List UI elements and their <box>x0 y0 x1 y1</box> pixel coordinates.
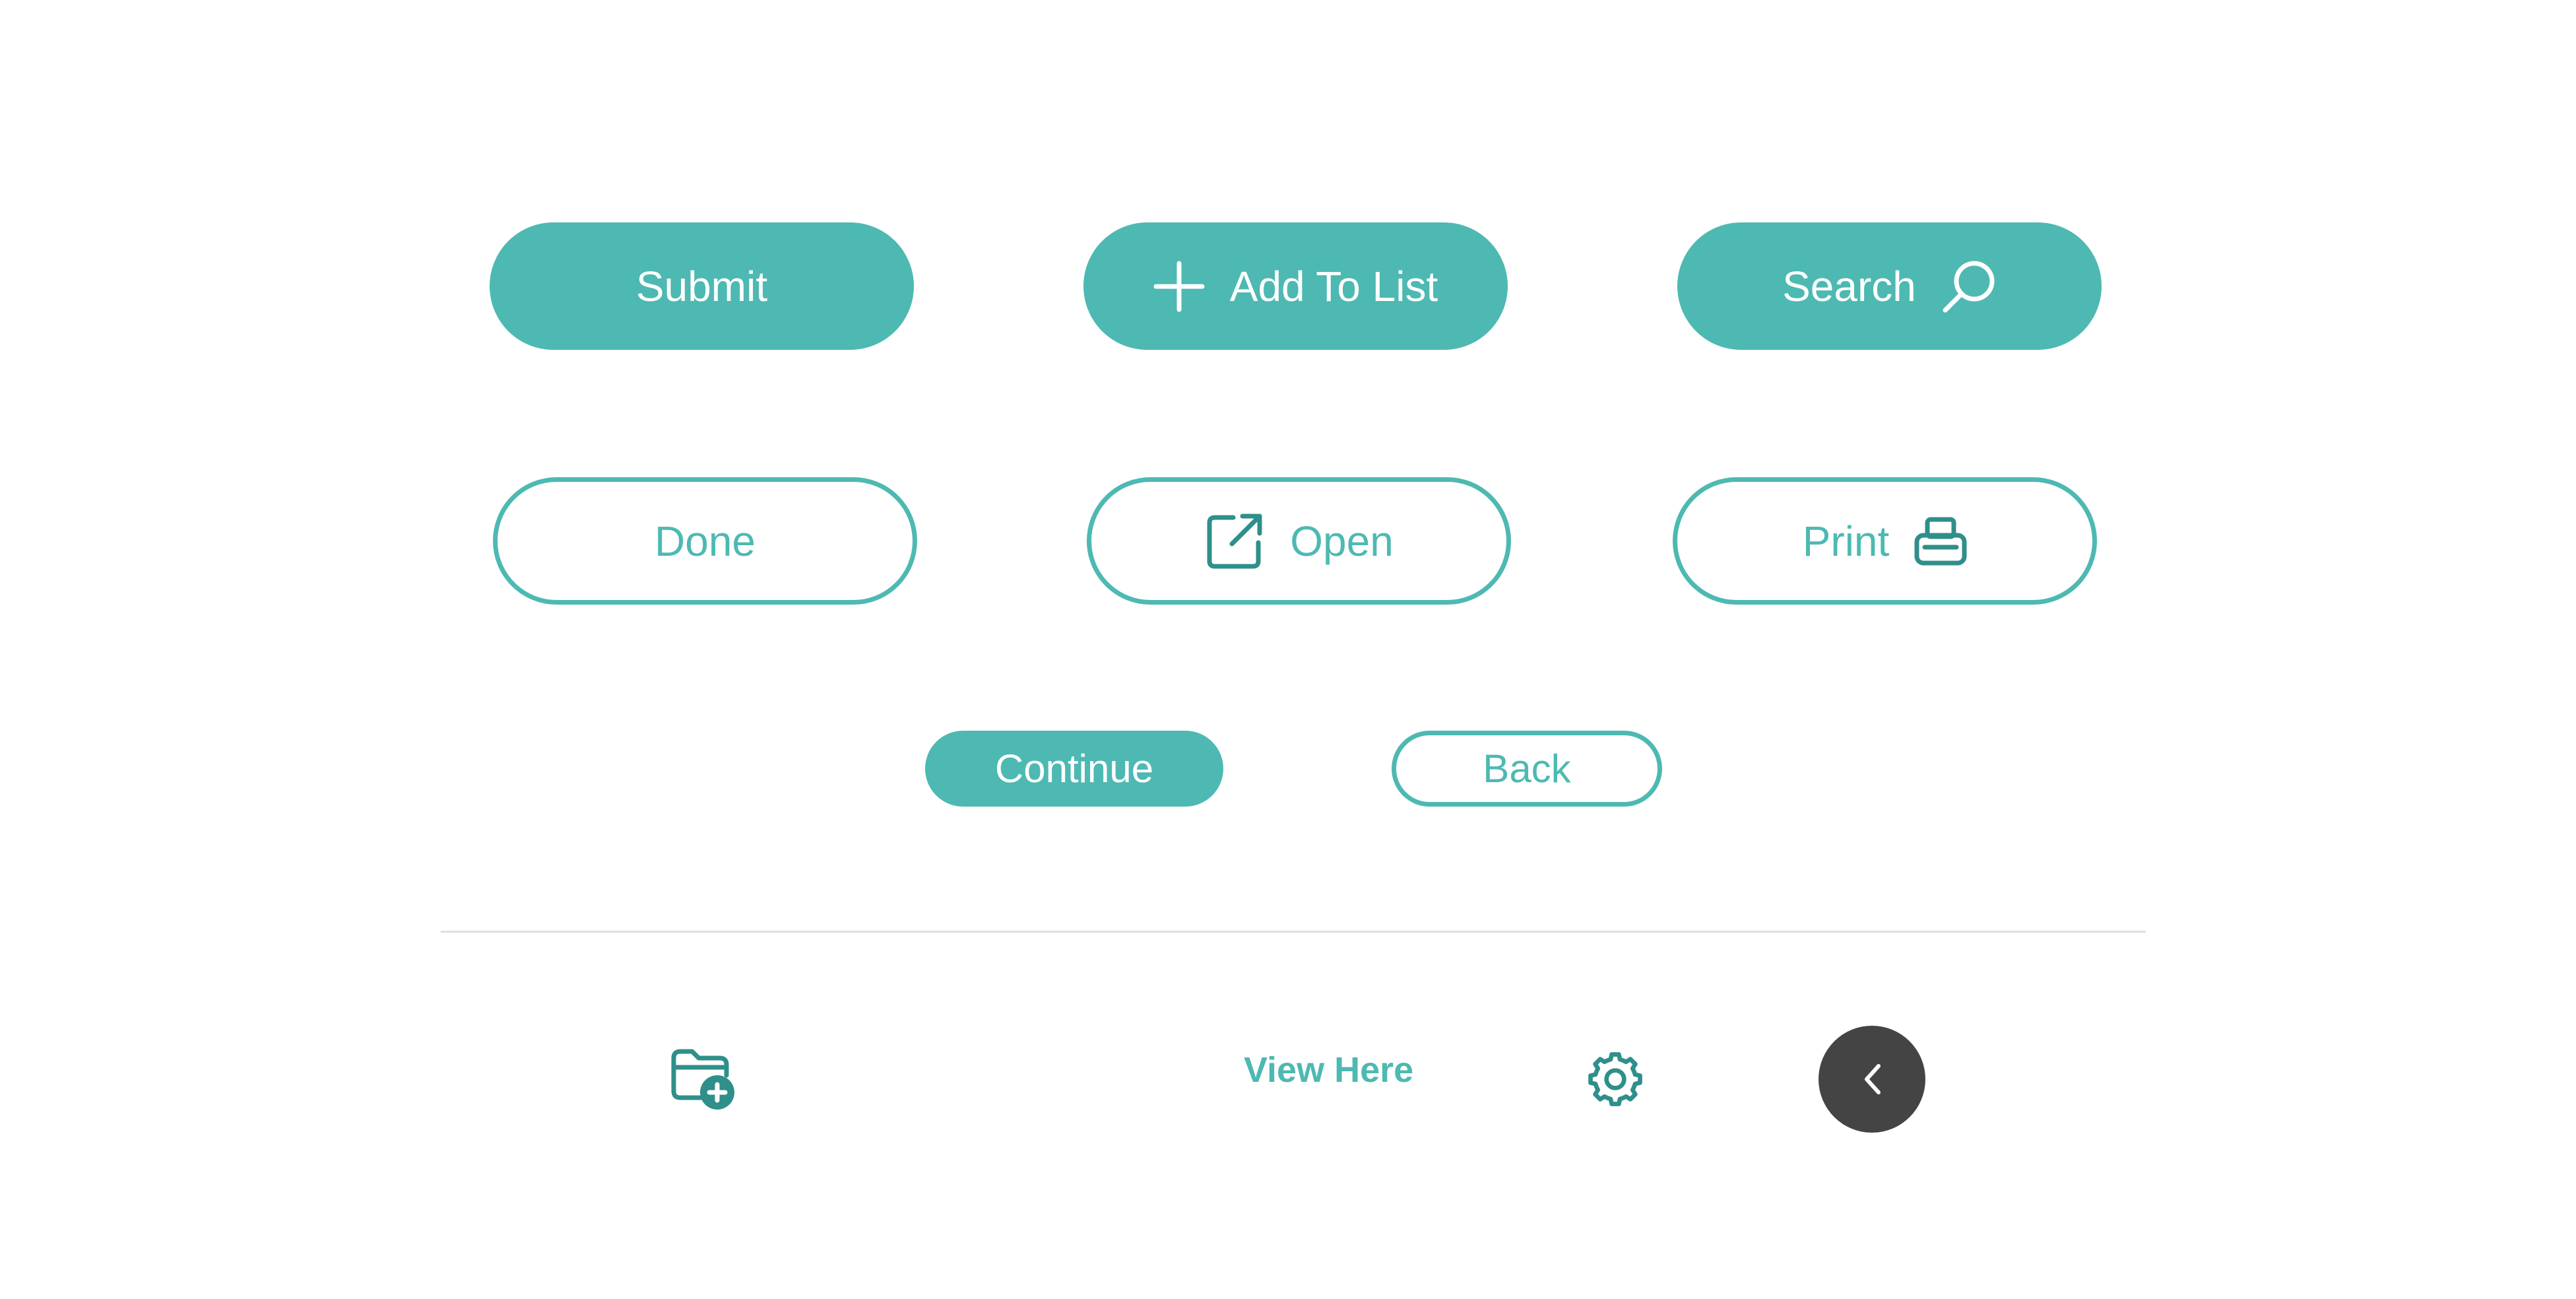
settings-button[interactable] <box>1580 1044 1650 1114</box>
add-to-list-button[interactable]: Add To List <box>1083 222 1508 350</box>
divider <box>441 931 2146 933</box>
view-here-link[interactable]: View Here <box>1244 1049 1413 1090</box>
back-button[interactable]: Back <box>1392 731 1662 807</box>
back-label: Back <box>1483 747 1571 791</box>
new-folder-button[interactable] <box>666 1043 739 1116</box>
add-to-list-label: Add To List <box>1229 262 1438 310</box>
submit-label: Submit <box>635 262 768 310</box>
gear-icon <box>1588 1052 1642 1106</box>
open-label: Open <box>1290 517 1394 565</box>
print-label: Print <box>1802 517 1890 565</box>
plus-icon <box>1153 261 1205 312</box>
print-button[interactable]: Print <box>1673 477 2097 605</box>
continue-button[interactable]: Continue <box>925 731 1223 807</box>
back-round-button[interactable] <box>1819 1026 1925 1133</box>
folder-plus-icon <box>671 1049 734 1110</box>
open-button[interactable]: Open <box>1087 477 1511 605</box>
chevron-left-icon <box>1865 1064 1881 1094</box>
continue-label: Continue <box>994 747 1154 791</box>
done-button[interactable]: Done <box>493 477 917 605</box>
search-icon <box>1943 261 1995 312</box>
submit-button[interactable]: Submit <box>490 222 914 350</box>
external-link-icon <box>1207 514 1262 568</box>
search-button[interactable]: Search <box>1677 222 2102 350</box>
search-label: Search <box>1782 262 1916 310</box>
printer-icon <box>1914 517 1967 565</box>
done-label: Done <box>655 517 756 565</box>
